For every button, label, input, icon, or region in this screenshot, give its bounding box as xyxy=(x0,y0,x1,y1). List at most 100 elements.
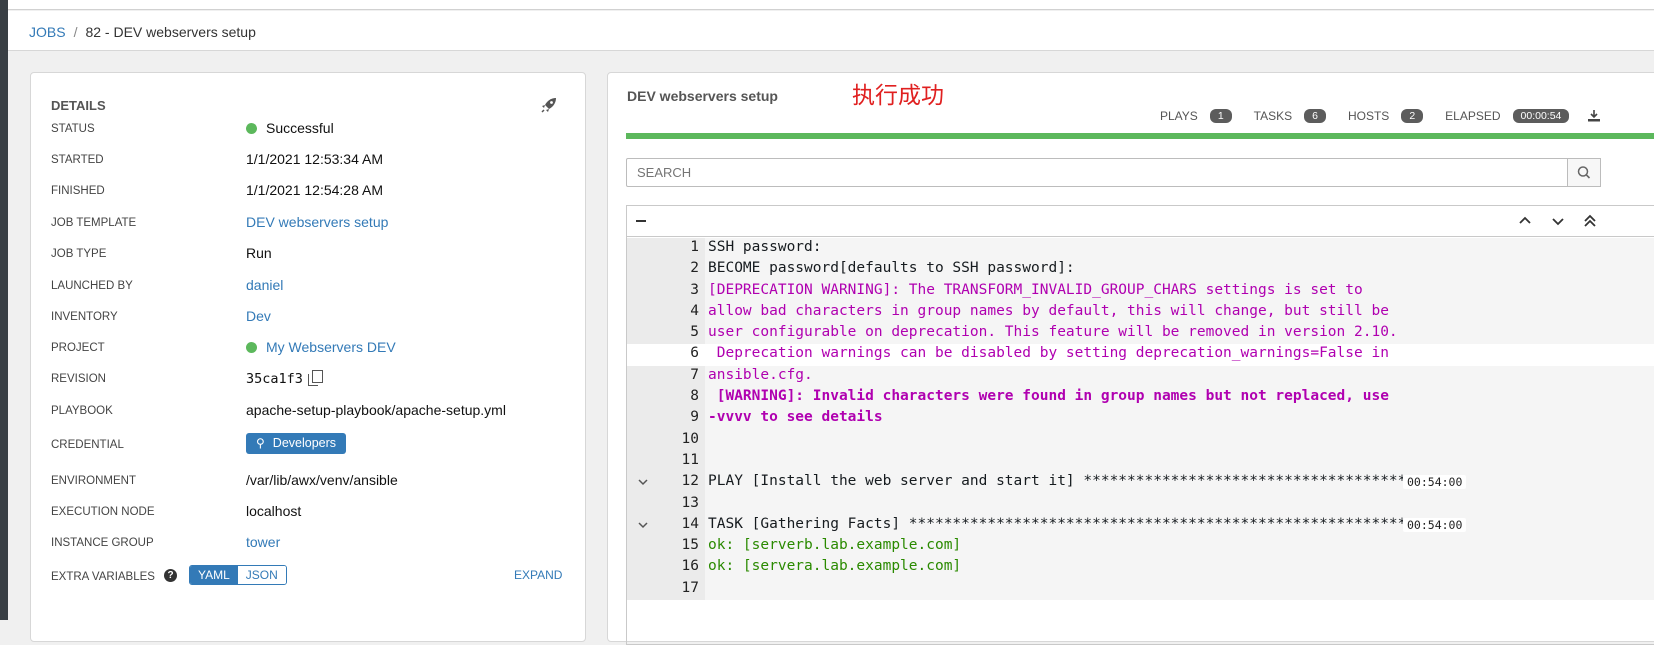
search-input[interactable] xyxy=(626,158,1568,187)
detail-row-started: STARTED 1/1/2021 12:53:34 AM xyxy=(51,151,571,173)
extra-variables-label: EXTRA VARIABLES xyxy=(51,571,155,583)
line-text: ansible.cfg. xyxy=(708,366,813,383)
detail-row-inventory: INVENTORY Dev xyxy=(51,308,571,330)
output-line: 14 TASK [Gathering Facts] ***************… xyxy=(627,514,1654,537)
project-status-icon xyxy=(246,342,257,353)
plays-count-badge: 1 xyxy=(1209,109,1232,123)
details-panel: DETAILS STATUS Successful STARTED 1/1/20… xyxy=(30,72,586,642)
download-icon[interactable] xyxy=(1587,109,1601,123)
format-toggle: YAML JSON xyxy=(189,565,287,585)
search-button[interactable] xyxy=(1567,158,1601,187)
output-line: 9 -vvvv to see details xyxy=(627,408,1654,430)
details-title: DETAILS xyxy=(51,98,106,113)
output-toolbar xyxy=(627,206,1654,237)
line-number: 12 xyxy=(681,473,699,490)
line-text: TASK [Gathering Facts] *****************… xyxy=(708,515,1407,532)
credential-tag[interactable]: ⚲ Developers xyxy=(246,433,347,454)
job-type-value: Run xyxy=(246,245,272,261)
credential-label: CREDENTIAL xyxy=(51,439,124,451)
output-line: 15 ok: [serverb.lab.example.com] xyxy=(627,536,1654,558)
tasks-count-badge: 6 xyxy=(1304,109,1326,123)
output-line: 4 allow bad characters in group names by … xyxy=(627,301,1654,324)
detail-row-job-template: JOB TEMPLATE DEV webservers setup xyxy=(51,214,571,236)
detail-row-playbook: PLAYBOOK apache-setup-playbook/apache-se… xyxy=(51,402,571,424)
project-label: PROJECT xyxy=(51,342,105,354)
plays-label: PLAYS xyxy=(1160,109,1198,123)
output-panel: DEV webservers setup 执行成功 PLAYS 1 TASKS … xyxy=(607,72,1654,645)
environment-value: /var/lib/awx/venv/ansible xyxy=(246,472,398,488)
line-text: ok: [servera.lab.example.com] xyxy=(708,558,962,575)
json-toggle-button[interactable]: JSON xyxy=(237,566,286,584)
copy-icon[interactable] xyxy=(307,370,323,386)
job-type-label: JOB TYPE xyxy=(51,248,107,260)
detail-row-execution-node: EXECUTION NODE localhost xyxy=(51,503,571,525)
tasks-label: TASKS xyxy=(1253,109,1293,123)
started-label: STARTED xyxy=(51,154,104,166)
status-label: STATUS xyxy=(51,123,95,135)
expand-button[interactable]: EXPAND xyxy=(514,568,562,582)
project-value[interactable]: My Webservers DEV xyxy=(246,339,396,355)
yaml-toggle-button[interactable]: YAML xyxy=(190,566,238,584)
chevron-down-icon[interactable] xyxy=(1550,213,1566,229)
line-number: 17 xyxy=(681,579,699,596)
launched-by-link[interactable]: daniel xyxy=(246,277,283,293)
line-text: [DEPRECATION WARNING]: The TRANSFORM_INV… xyxy=(708,281,1363,298)
finished-label: FINISHED xyxy=(51,185,105,197)
environment-label: ENVIRONMENT xyxy=(51,475,136,487)
output-line: 6 Deprecation warnings can be disabled b… xyxy=(627,344,1654,366)
output-line: 5 user configurable on deprecation. This … xyxy=(627,323,1654,345)
help-icon[interactable]: ? xyxy=(164,569,177,582)
instance-group-link[interactable]: tower xyxy=(246,534,280,550)
double-chevron-up-icon[interactable] xyxy=(1582,213,1598,229)
search-icon xyxy=(1577,166,1591,179)
job-stats: PLAYS 1 TASKS 6 HOSTS 2 ELAPSED 00:00:54 xyxy=(1160,109,1601,123)
line-number: 15 xyxy=(681,537,699,554)
detail-row-job-type: JOB TYPE Run xyxy=(51,245,571,267)
collapse-all-icon[interactable] xyxy=(636,220,646,222)
output-line: 3 [DEPRECATION WARNING]: The TRANSFORM_IN… xyxy=(627,280,1654,302)
output-line: 17 xyxy=(627,578,1654,601)
chevron-up-icon[interactable] xyxy=(1517,213,1533,229)
output-line: 16 ok: [servera.lab.example.com] xyxy=(627,557,1654,579)
hosts-label: HOSTS xyxy=(1347,109,1390,123)
elapsed-label: ELAPSED xyxy=(1445,109,1501,123)
credential-name: Developers xyxy=(272,436,337,450)
line-timestamp: 00:54:00 xyxy=(1403,517,1467,532)
job-output-console: 1 SSH password: 2 BECOME password[defaults … xyxy=(626,205,1654,645)
detail-row-status: STATUS Successful xyxy=(51,120,571,142)
launched-by-label: LAUNCHED BY xyxy=(51,280,133,292)
output-line: 10 xyxy=(627,429,1654,451)
playbook-value: apache-setup-playbook/apache-setup.yml xyxy=(246,402,506,418)
relaunch-rocket-icon[interactable] xyxy=(539,95,559,115)
line-text: user configurable on deprecation. This f… xyxy=(708,324,1398,341)
breadcrumb-current: 82 - DEV webservers setup xyxy=(85,24,256,40)
breadcrumb-jobs-link[interactable]: JOBS xyxy=(29,24,66,40)
line-number: 2 xyxy=(690,260,699,277)
line-number: 1 xyxy=(690,239,699,255)
line-number: 4 xyxy=(690,302,699,319)
project-link[interactable]: My Webservers DEV xyxy=(266,339,396,355)
line-text: [WARNING]: Invalid characters were found… xyxy=(708,388,1389,405)
output-line: 12 PLAY [Install the web server and start… xyxy=(627,472,1654,494)
revision-hash: 35ca1f3 xyxy=(246,371,303,387)
inventory-link[interactable]: Dev xyxy=(246,308,271,324)
line-number: 16 xyxy=(681,558,699,575)
top-header xyxy=(8,0,1654,10)
output-lines: 1 SSH password: 2 BECOME password[defaults … xyxy=(627,238,1654,601)
revision-value: 35ca1f3 xyxy=(246,370,323,387)
output-line: 8 [WARNING]: Invalid characters were fou… xyxy=(627,387,1654,409)
breadcrumb-separator: / xyxy=(73,24,78,40)
line-text: allow bad characters in group names by d… xyxy=(708,302,1389,319)
breadcrumb: JOBS / 82 - DEV webservers setup xyxy=(8,11,1654,51)
detail-row-credential: CREDENTIAL ⚲ Developers xyxy=(51,433,571,458)
job-template-link[interactable]: DEV webservers setup xyxy=(246,214,388,230)
instance-group-label: INSTANCE GROUP xyxy=(51,537,154,549)
line-text: BECOME password[defaults to SSH password… xyxy=(708,260,1075,277)
line-number: 5 xyxy=(690,324,699,341)
line-number: 11 xyxy=(681,451,699,468)
line-timestamp: 00:54:00 xyxy=(1403,475,1467,490)
line-number: 10 xyxy=(681,430,699,447)
status-success-icon xyxy=(246,123,257,134)
detail-row-environment: ENVIRONMENT /var/lib/awx/venv/ansible xyxy=(51,472,571,494)
line-number: 3 xyxy=(690,281,699,298)
